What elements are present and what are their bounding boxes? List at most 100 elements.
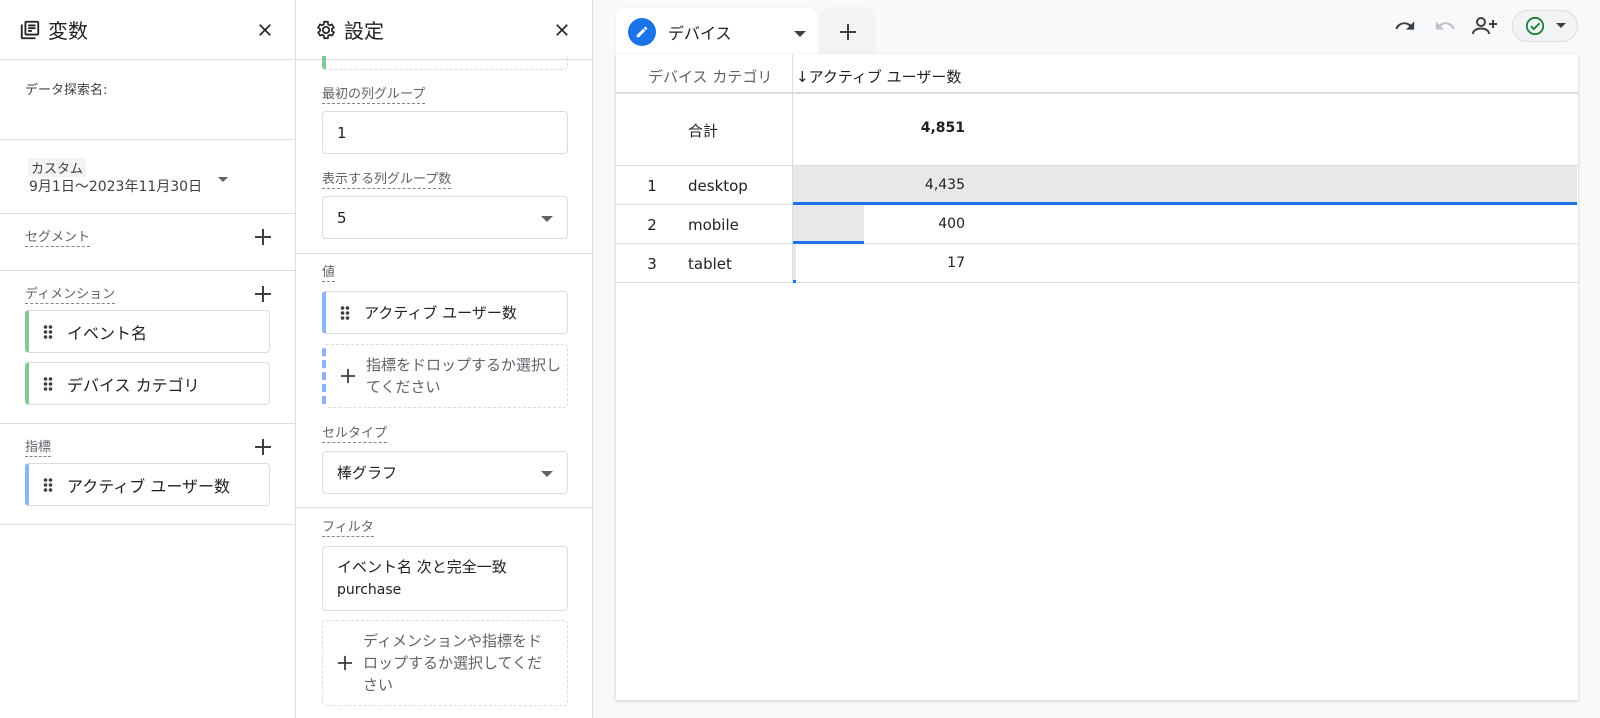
metric-chip-label: アクティブ ユーザー数 [67, 476, 231, 496]
share-button[interactable] [1472, 13, 1498, 39]
divider [296, 253, 592, 254]
exploration-name-section: データ探索名: [0, 60, 295, 140]
first-column-group-value: 1 [337, 123, 347, 142]
totals-row: 合計 4,851 [616, 94, 1578, 166]
dimensions-label: ディメンション [25, 287, 116, 304]
dimensions-section: ディメンション イベント名 デバイス カテゴリ [0, 271, 295, 424]
shown-column-groups-select[interactable]: 5 [322, 196, 568, 239]
shown-column-groups-label: 表示する列グループ数 [322, 172, 452, 189]
table-row[interactable]: 1 desktop 4,435 [616, 166, 1578, 205]
dropdown-caret-icon[interactable] [794, 23, 806, 42]
undo-icon [1395, 21, 1415, 30]
table-header: デバイス カテゴリ ↓アクティブ ユーザー数 [616, 54, 1578, 94]
values-chip-label: アクティブ ユーザー数 [364, 304, 517, 322]
settings-gear-icon [314, 18, 338, 42]
dropdown-caret-icon [541, 464, 553, 482]
row-value: 400 [938, 216, 965, 232]
date-range-value: 9月1日～2023年11月30日 [29, 179, 203, 195]
close-icon [556, 23, 568, 36]
metric-chip-active-users[interactable]: アクティブ ユーザー数 [25, 463, 270, 506]
plus-icon [335, 653, 355, 673]
values-drop-zone[interactable]: 指標をドロップするか選択してください [322, 344, 568, 408]
filter-drop-zone[interactable]: ディメンションや指標をドロップするか選択してください [322, 620, 568, 706]
add-segment-button[interactable] [251, 225, 275, 249]
drag-handle-icon[interactable] [43, 324, 53, 340]
share-user-icon [1472, 17, 1497, 35]
bar-cell-underline [793, 280, 796, 283]
row-value: 17 [947, 255, 965, 271]
dimension-chip-device-category[interactable]: デバイス カテゴリ [25, 362, 270, 405]
add-tab-button[interactable] [822, 8, 874, 56]
add-metric-button[interactable] [251, 435, 275, 459]
dimension-chip-event-name[interactable]: イベント名 [25, 310, 270, 353]
exploration-workspace: 変数 データ探索名: カスタム 9月1日～2023年11月30日 セグメント デ… [0, 0, 1600, 718]
variables-icon [18, 18, 42, 42]
close-variables-button[interactable] [253, 18, 277, 42]
total-label: 合計 [688, 122, 719, 140]
filter-condition: イベント名 次と完全一致 [337, 557, 507, 576]
table-row[interactable]: 3 tablet 17 [616, 244, 1578, 283]
row-category: tablet [688, 255, 732, 273]
row-index: 2 [647, 216, 657, 234]
drag-handle-icon[interactable] [43, 376, 53, 392]
metric-column-header[interactable]: ↓アクティブ ユーザー数 [796, 66, 961, 87]
dimension-chip-label: イベント名 [67, 323, 148, 343]
first-column-group-input[interactable]: 1 [322, 111, 568, 154]
filter-chip[interactable]: イベント名 次と完全一致 purchase [322, 546, 568, 611]
dropdown-caret-icon [218, 168, 228, 187]
values-metric-chip[interactable]: アクティブ ユーザー数 [322, 291, 568, 334]
tab-bar: デバイス [616, 8, 874, 56]
add-dimension-button[interactable] [251, 282, 275, 306]
cell-type-label: セルタイプ [322, 426, 388, 443]
filter-drop-hint: ディメンションや指標をドロップするか選択してください [363, 632, 543, 694]
cell-type-value: 棒グラフ [337, 464, 398, 482]
close-settings-button[interactable] [550, 18, 574, 42]
segments-label: セグメント [25, 230, 91, 247]
date-range-tag: カスタム [28, 158, 87, 177]
drag-handle-icon[interactable] [340, 305, 350, 321]
dimension-chip-label: デバイス カテゴリ [67, 375, 200, 395]
dimension-column-header[interactable]: デバイス カテゴリ [648, 66, 772, 87]
variables-header: 変数 [0, 0, 295, 60]
settings-header: 設定 [296, 0, 592, 60]
metrics-label: 指標 [25, 440, 52, 457]
first-column-group-label: 最初の列グループ [322, 87, 426, 104]
undo-button[interactable] [1392, 13, 1418, 39]
row-index: 1 [647, 177, 657, 195]
values-drop-hint: 指標をドロップするか選択してください [366, 356, 562, 396]
row-category: mobile [688, 216, 739, 234]
plus-icon [338, 366, 358, 386]
shown-column-groups-value: 5 [337, 208, 347, 227]
dropdown-caret-icon [1555, 23, 1566, 28]
tab-label: デバイス [668, 24, 732, 43]
filter-value: purchase [337, 581, 402, 598]
cell-type-select[interactable]: 棒グラフ [322, 451, 568, 494]
segments-section: セグメント [0, 214, 295, 271]
dropdown-caret-icon [541, 209, 553, 227]
plus-icon [255, 286, 271, 302]
row-index: 3 [647, 255, 657, 273]
metrics-section: 指標 アクティブ ユーザー数 [0, 424, 295, 525]
table-row[interactable]: 2 mobile 400 [616, 205, 1578, 244]
toolbar [1392, 10, 1578, 42]
edit-pencil-icon[interactable] [628, 18, 656, 46]
status-menu-button[interactable] [1512, 10, 1578, 42]
exploration-name-label: データ探索名: [25, 83, 108, 98]
date-range-selector[interactable]: カスタム 9月1日～2023年11月30日 [0, 140, 295, 214]
close-icon [259, 23, 271, 36]
row-category: desktop [688, 177, 748, 195]
drag-handle-icon[interactable] [43, 477, 53, 493]
results-table: デバイス カテゴリ ↓アクティブ ユーザー数 合計 4,851 1 deskto… [616, 54, 1578, 700]
settings-panel: 設定 最初の列グループ 1 表示する列グループ数 5 値 アクティブ ユーザー数… [296, 0, 593, 718]
row-value: 4,435 [924, 177, 965, 193]
redo-button[interactable] [1432, 13, 1458, 39]
plus-icon [255, 439, 271, 455]
values-label: 値 [322, 265, 336, 282]
settings-title: 設定 [344, 19, 384, 43]
redo-icon [1435, 21, 1455, 30]
tab-device[interactable]: デバイス [616, 8, 818, 56]
filter-label: フィルタ [322, 520, 374, 537]
variables-title: 変数 [48, 19, 88, 43]
plus-icon [255, 229, 271, 245]
clipped-rows-chip [322, 56, 568, 70]
